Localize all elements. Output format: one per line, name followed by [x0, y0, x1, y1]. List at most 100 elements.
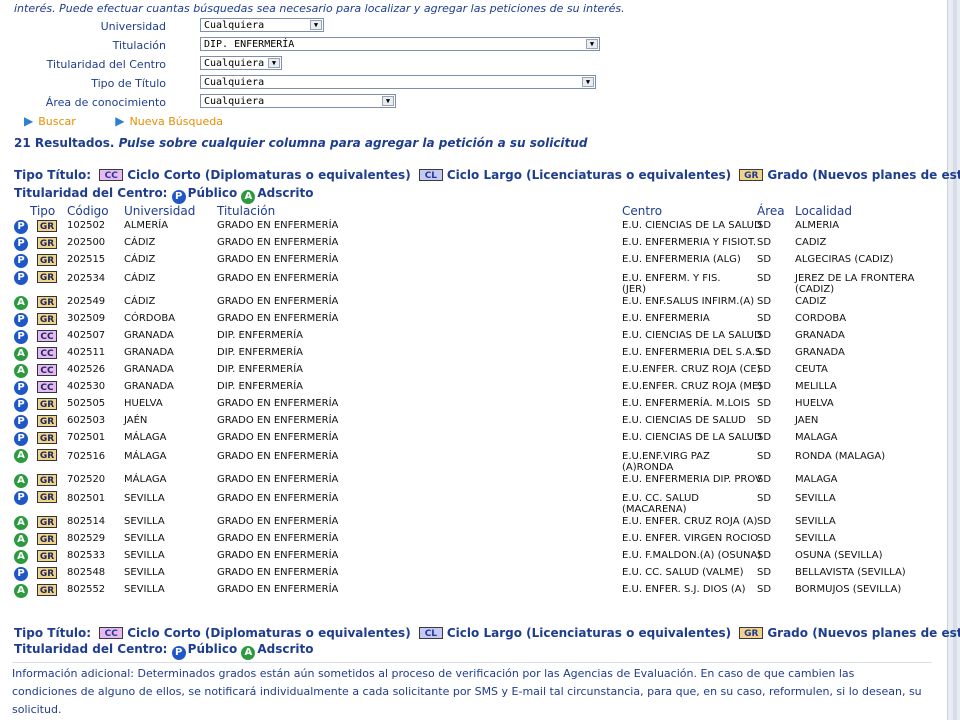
col-header-localidad[interactable]: Localidad [795, 204, 852, 218]
table-row[interactable]: P GR 802501 SEVILLA GRADO EN ENFERMERÍA E.U. … [0, 489, 930, 515]
table-row[interactable]: A CC 402526 GRANADA DIP. ENFERMERÍA E.U.ENFER… [0, 362, 930, 379]
cell-area[interactable]: SD [757, 347, 771, 358]
cell-univ[interactable]: GRANADA [124, 330, 174, 341]
table-row[interactable]: A GR 702520 MÁLAGA GRADO EN ENFERMERÍA E.U. E… [0, 472, 930, 489]
dropdown-arrow-icon[interactable]: ▼ [310, 20, 322, 30]
cell-titulacion[interactable]: GRADO EN ENFERMERÍA [217, 516, 338, 527]
cell-titulacion[interactable]: GRADO EN ENFERMERÍA [217, 398, 338, 409]
cell-titulacion[interactable]: GRADO EN ENFERMERÍA [217, 493, 338, 504]
cell-area[interactable]: SD [757, 451, 771, 462]
cell-univ[interactable]: JAÉN [124, 415, 147, 426]
cell-code[interactable]: 302509 [67, 313, 105, 324]
cell-centro[interactable]: E.U. CC. SALUD (VALME) [622, 567, 744, 578]
filter-select[interactable]: Cualquiera ▼ [200, 18, 324, 32]
table-row[interactable]: P CC 402507 GRANADA DIP. ENFERMERÍA E.U. CIEN… [0, 328, 930, 345]
cell-code[interactable]: 202534 [67, 273, 105, 284]
cell-univ[interactable]: MÁLAGA [124, 474, 167, 485]
new-search-button[interactable]: ▶ Nueva Búsqueda [115, 114, 241, 128]
cell-centro[interactable]: E.U. ENFERMERIA DIP. PROV [622, 474, 762, 485]
cell-univ[interactable]: SEVILLA [124, 493, 165, 504]
table-row[interactable]: P GR 102502 ALMERÍA GRADO EN ENFERMERÍA E.U. … [0, 218, 930, 235]
cell-centro[interactable]: E.U. ENFERMERIA Y FISIOT. [622, 237, 756, 248]
cell-localidad[interactable]: CADIZ [795, 237, 826, 248]
cell-univ[interactable]: ALMERÍA [124, 220, 168, 231]
cell-centro[interactable]: E.U. CC. SALUD (MACARENA) [622, 493, 746, 515]
cell-localidad[interactable]: GRANADA [795, 347, 845, 358]
cell-code[interactable]: 202500 [67, 237, 105, 248]
cell-code[interactable]: 702520 [67, 474, 105, 485]
cell-code[interactable]: 202549 [67, 296, 105, 307]
cell-centro[interactable]: E.U. ENF.SALUS INFIRM.(A) [622, 296, 754, 307]
cell-code[interactable]: 502505 [67, 398, 105, 409]
cell-univ[interactable]: CÁDIZ [124, 273, 155, 284]
table-row[interactable]: A GR 802552 SEVILLA GRADO EN ENFERMERÍA E.U. … [0, 582, 930, 599]
cell-univ[interactable]: GRANADA [124, 381, 174, 392]
cell-centro[interactable]: E.U. CIENCIAS DE LA SALUD [622, 432, 762, 443]
cell-area[interactable]: SD [757, 550, 771, 561]
cell-titulacion[interactable]: GRADO EN ENFERMERÍA [217, 567, 338, 578]
cell-titulacion[interactable]: GRADO EN ENFERMERÍA [217, 415, 338, 426]
cell-univ[interactable]: GRANADA [124, 347, 174, 358]
cell-area[interactable]: SD [757, 584, 771, 595]
table-row[interactable]: P GR 802548 SEVILLA GRADO EN ENFERMERÍA E.U. … [0, 565, 930, 582]
cell-univ[interactable]: SEVILLA [124, 516, 165, 527]
table-row[interactable]: A GR 802514 SEVILLA GRADO EN ENFERMERÍA E.U. … [0, 514, 930, 531]
cell-univ[interactable]: MÁLAGA [124, 432, 167, 443]
cell-area[interactable]: SD [757, 474, 771, 485]
cell-code[interactable]: 802529 [67, 533, 105, 544]
cell-localidad[interactable]: CORDOBA [795, 313, 846, 324]
cell-titulacion[interactable]: GRADO EN ENFERMERÍA [217, 237, 338, 248]
cell-univ[interactable]: CÁDIZ [124, 296, 155, 307]
col-header-codigo[interactable]: Código [67, 204, 109, 218]
cell-code[interactable]: 702501 [67, 432, 105, 443]
cell-centro[interactable]: E.U. ENFER. CRUZ ROJA (A) [622, 516, 757, 527]
filter-select[interactable]: DIP. ENFERMERÍA ▼ [200, 37, 600, 51]
cell-centro[interactable]: E.U. CIENCIAS DE LA SALUD [622, 330, 762, 341]
cell-localidad[interactable]: MALAGA [795, 432, 838, 443]
cell-centro[interactable]: E.U.ENFER. CRUZ ROJA (CE) [622, 364, 761, 375]
vertical-scrollbar[interactable] [947, 0, 960, 720]
cell-titulacion[interactable]: DIP. ENFERMERÍA [217, 347, 303, 358]
cell-localidad[interactable]: SEVILLA [795, 516, 836, 527]
cell-univ[interactable]: HUELVA [124, 398, 163, 409]
cell-code[interactable]: 102502 [67, 220, 105, 231]
cell-code[interactable]: 702516 [67, 451, 105, 462]
cell-titulacion[interactable]: GRADO EN ENFERMERÍA [217, 273, 338, 284]
cell-univ[interactable]: SEVILLA [124, 584, 165, 595]
cell-univ[interactable]: SEVILLA [124, 567, 165, 578]
cell-titulacion[interactable]: DIP. ENFERMERÍA [217, 364, 303, 375]
cell-localidad[interactable]: OSUNA (SEVILLA) [795, 550, 883, 561]
cell-code[interactable]: 202515 [67, 254, 105, 265]
filter-select[interactable]: Cualquiera ▼ [200, 56, 282, 70]
filter-select[interactable]: Cualquiera ▼ [200, 94, 396, 108]
cell-localidad[interactable]: JAEN [795, 415, 818, 426]
cell-area[interactable]: SD [757, 254, 771, 265]
col-header-universidad[interactable]: Universidad [124, 204, 195, 218]
table-row[interactable]: P GR 702501 MÁLAGA GRADO EN ENFERMERÍA E.U. C… [0, 430, 930, 447]
cell-area[interactable]: SD [757, 313, 771, 324]
cell-area[interactable]: SD [757, 237, 771, 248]
cell-code[interactable]: 802533 [67, 550, 105, 561]
cell-localidad[interactable]: BELLAVISTA (SEVILLA) [795, 567, 906, 578]
cell-titulacion[interactable]: GRADO EN ENFERMERÍA [217, 584, 338, 595]
cell-code[interactable]: 402526 [67, 364, 105, 375]
cell-titulacion[interactable]: GRADO EN ENFERMERÍA [217, 451, 338, 462]
cell-centro[interactable]: E.U.ENFER. CRUZ ROJA (ME) [622, 381, 762, 392]
cell-univ[interactable]: CÁDIZ [124, 237, 155, 248]
search-button[interactable]: ▶ Buscar [24, 114, 94, 128]
table-row[interactable]: A CC 402511 GRANADA DIP. ENFERMERÍA E.U. ENFE… [0, 345, 930, 362]
cell-centro[interactable]: E.U. ENFERMERIA DEL S.A.S [622, 347, 761, 358]
cell-code[interactable]: 802552 [67, 584, 105, 595]
cell-titulacion[interactable]: DIP. ENFERMERÍA [217, 381, 303, 392]
cell-centro[interactable]: E.U. CIENCIAS DE LA SALUD [622, 220, 762, 231]
table-row[interactable]: P GR 202515 CÁDIZ GRADO EN ENFERMERÍA E.U. EN… [0, 252, 930, 269]
cell-area[interactable]: SD [757, 516, 771, 527]
cell-area[interactable]: SD [757, 364, 771, 375]
cell-titulacion[interactable]: GRADO EN ENFERMERÍA [217, 254, 338, 265]
cell-area[interactable]: SD [757, 296, 771, 307]
cell-univ[interactable]: GRANADA [124, 364, 174, 375]
cell-area[interactable]: SD [757, 567, 771, 578]
cell-code[interactable]: 402507 [67, 330, 105, 341]
cell-localidad[interactable]: SEVILLA [795, 493, 915, 504]
cell-titulacion[interactable]: GRADO EN ENFERMERÍA [217, 220, 338, 231]
